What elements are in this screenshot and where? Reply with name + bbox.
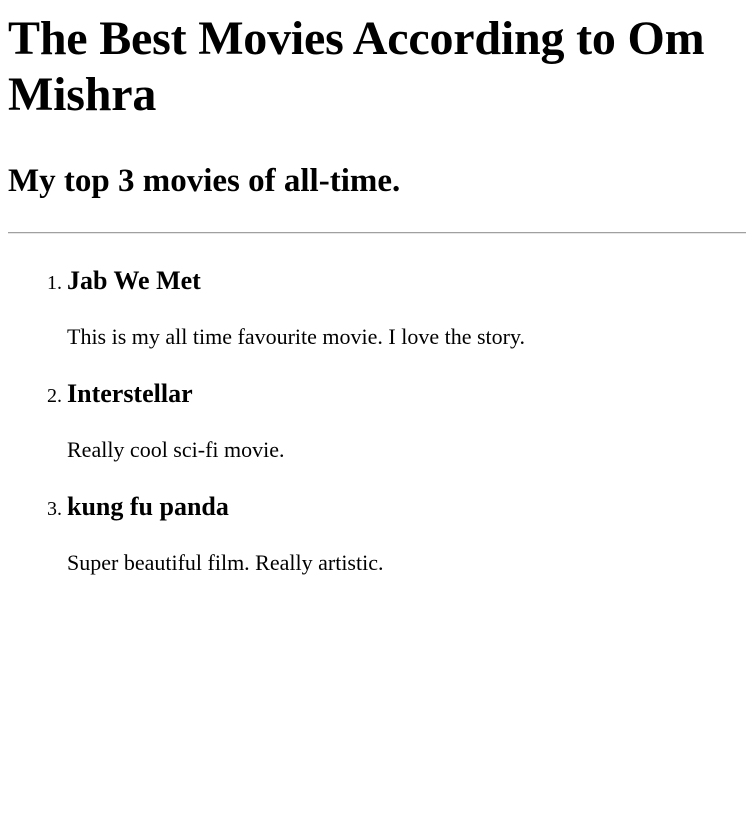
movie-title: kung fu panda bbox=[67, 492, 229, 521]
movie-title: Interstellar bbox=[67, 379, 193, 408]
movie-description: This is my all time favourite movie. I l… bbox=[67, 324, 526, 349]
page-content: The Best Movies According to Om Mishra M… bbox=[0, 11, 754, 576]
page-title: The Best Movies According to Om Mishra bbox=[8, 12, 705, 121]
list-item: Interstellar Really cool sci-fi movie. bbox=[67, 379, 746, 463]
list-item: kung fu panda Super beautiful film. Real… bbox=[67, 492, 746, 576]
movie-description: Super beautiful film. Really artistic. bbox=[67, 550, 384, 575]
movie-list: Jab We Met This is my all time favourite… bbox=[8, 266, 746, 576]
page-subtitle: My top 3 movies of all-time. bbox=[8, 163, 401, 199]
movie-description: Really cool sci-fi movie. bbox=[67, 437, 285, 462]
list-item: Jab We Met This is my all time favourite… bbox=[67, 266, 746, 350]
movie-title: Jab We Met bbox=[67, 266, 201, 295]
divider bbox=[8, 232, 746, 234]
